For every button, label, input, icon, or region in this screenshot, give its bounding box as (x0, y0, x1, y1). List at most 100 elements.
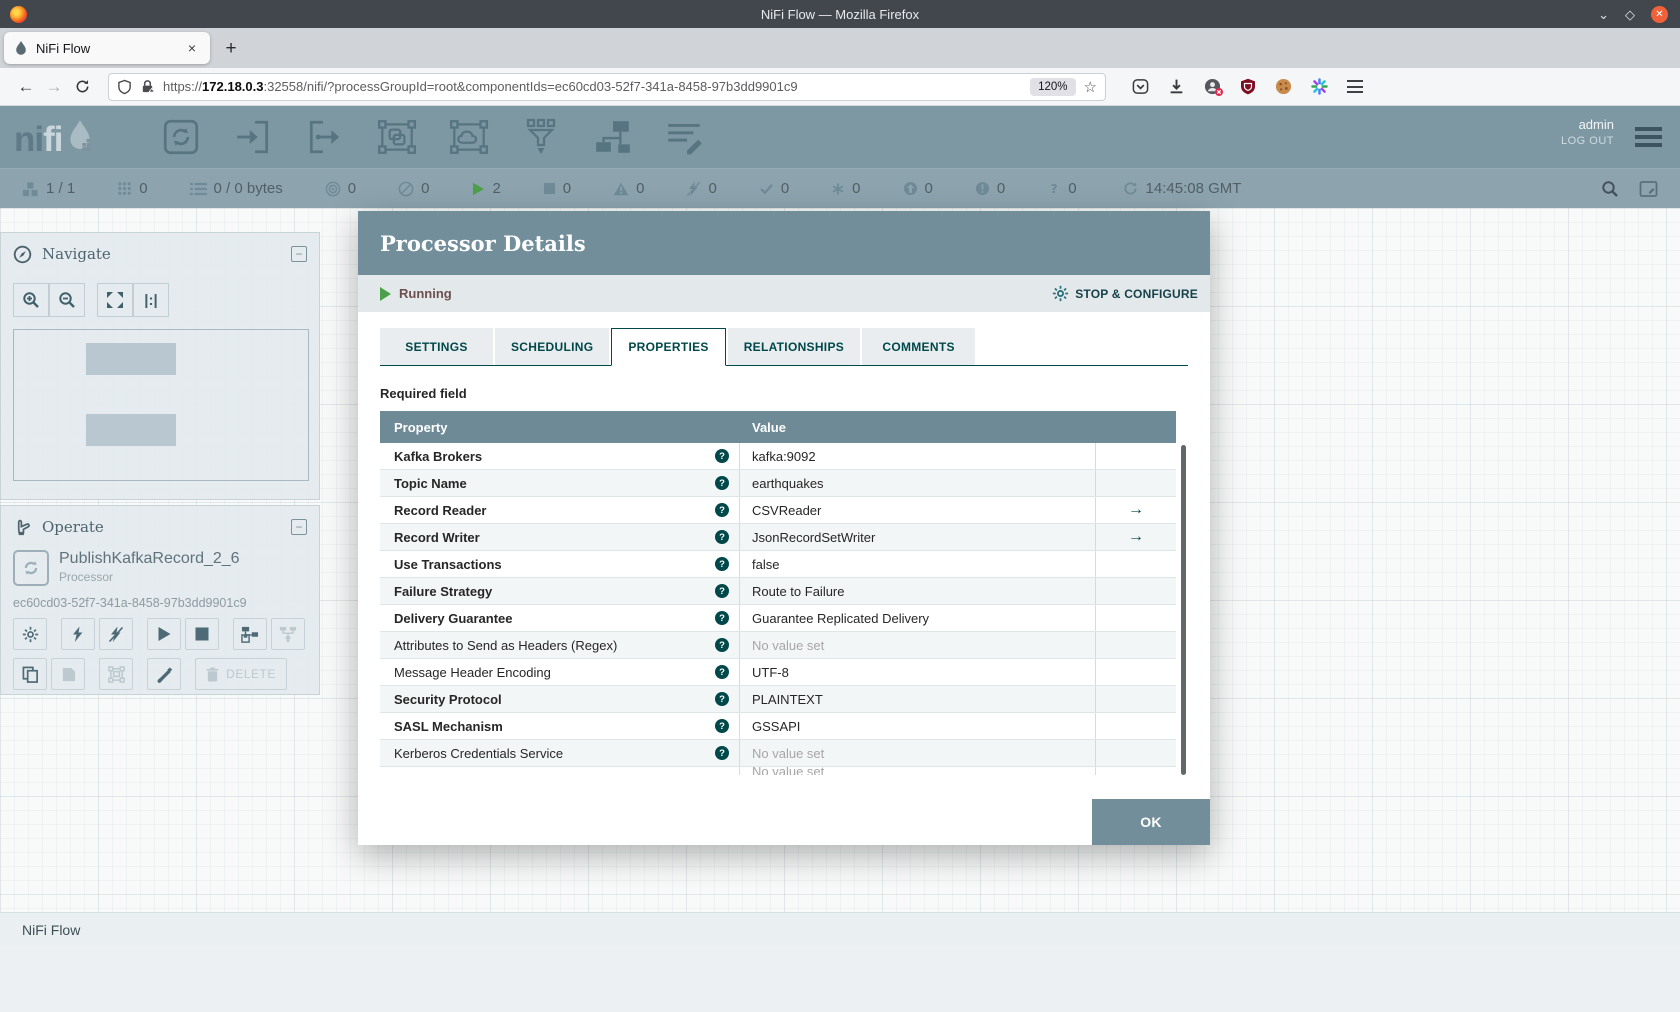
zoom-in-button[interactable] (13, 283, 49, 317)
ok-button[interactable]: OK (1092, 799, 1210, 845)
output-port-component-button[interactable] (302, 117, 348, 157)
create-template-button[interactable] (233, 618, 267, 650)
go-to-service-icon[interactable]: → (1128, 501, 1144, 519)
reload-button[interactable] (68, 73, 96, 101)
svg-text:?: ? (1051, 182, 1058, 196)
nifi-statusbar: 1 / 100 / 0 bytes 0 0 2 0 0 0 0 0 0 0? 0 14:45:08 G… (0, 168, 1680, 208)
logout-link[interactable]: LOG OUT (1561, 135, 1614, 147)
stale-icon (903, 181, 918, 196)
property-value: JsonRecordSetWriter (752, 529, 876, 545)
zoom-actual-size-button[interactable]: |:| (133, 283, 169, 317)
pocket-icon[interactable] (1132, 78, 1149, 95)
help-icon[interactable]: ? (715, 503, 729, 517)
operate-collapse-icon[interactable]: − (291, 519, 307, 535)
paste-button[interactable] (51, 658, 85, 690)
cookie-extension-icon[interactable] (1275, 78, 1292, 95)
ublock-icon[interactable] (1240, 78, 1256, 95)
property-row: Kafka Brokers? kafka:9092 (380, 443, 1176, 470)
window-close-icon[interactable]: ✕ (1651, 5, 1668, 23)
tab-properties[interactable]: PROPERTIES (611, 328, 726, 366)
connection-lock-icon[interactable] (140, 79, 155, 94)
help-icon[interactable]: ? (715, 692, 729, 706)
nifi-global-menu-icon[interactable] (1635, 127, 1662, 147)
help-icon[interactable]: ? (715, 665, 729, 679)
tracking-shield-icon[interactable] (117, 79, 132, 95)
processor-component-button[interactable] (158, 117, 204, 157)
help-icon[interactable]: ? (715, 638, 729, 652)
invalid-icon (613, 182, 629, 196)
help-icon[interactable]: ? (715, 530, 729, 544)
sparkle-extension-icon[interactable] (1311, 78, 1328, 95)
processor-details-dialog: Processor Details Running STOP & CONFIGU… (358, 211, 1210, 845)
sync-failure-icon: ? (1047, 181, 1061, 196)
color-button[interactable] (147, 658, 181, 690)
process-group-component-button[interactable] (374, 117, 420, 157)
zoom-out-button[interactable] (49, 283, 85, 317)
zoom-fit-button[interactable] (97, 283, 133, 317)
help-icon[interactable]: ? (715, 611, 729, 625)
back-button[interactable]: ← (12, 73, 40, 101)
new-tab-button[interactable]: + (218, 36, 244, 62)
property-row: SASL Mechanism? GSSAPI (380, 713, 1176, 740)
property-value: Guarantee Replicated Delivery (752, 610, 930, 626)
label-component-button[interactable] (662, 117, 708, 157)
tab-settings[interactable]: SETTINGS (380, 328, 493, 365)
stop-button[interactable] (185, 618, 219, 650)
search-icon[interactable] (1601, 180, 1619, 198)
table-scrollbar[interactable] (1181, 445, 1186, 775)
copy-button[interactable] (13, 658, 47, 690)
window-minimize-icon[interactable]: ⌄ (1598, 8, 1609, 21)
funnel-component-button[interactable] (518, 117, 564, 157)
tab-close-icon[interactable]: × (182, 38, 202, 58)
tab-scheduling[interactable]: SCHEDULING (495, 328, 610, 365)
birdseye-minimap[interactable] (13, 329, 309, 481)
bookmark-star-icon[interactable]: ☆ (1084, 78, 1097, 96)
remote-process-group-component-button[interactable] (446, 117, 492, 157)
browser-tab-nifi-flow[interactable]: NiFi Flow × (4, 32, 210, 64)
flow-settings-icon[interactable] (1639, 180, 1658, 198)
tab-comments[interactable]: COMMENTS (862, 328, 976, 365)
go-to-service-icon[interactable]: → (1128, 528, 1144, 546)
forward-button[interactable]: → (40, 73, 68, 101)
enable-button[interactable] (61, 618, 95, 650)
disabled-count: 0 (708, 180, 717, 197)
property-value: No value set (752, 767, 825, 775)
stop-and-configure-button[interactable]: STOP & CONFIGURE (1052, 285, 1198, 302)
property-name: Use Transactions (394, 556, 502, 572)
help-icon[interactable]: ? (715, 476, 729, 490)
status-locally-modified: 0 (831, 180, 861, 197)
tab-relationships[interactable]: RELATIONSHIPS (727, 328, 861, 365)
status-stopped: 0 (543, 180, 571, 197)
browser-menu-icon[interactable] (1347, 80, 1363, 93)
help-icon[interactable]: ? (715, 719, 729, 733)
disable-button[interactable] (99, 618, 133, 650)
browser-tabbar: NiFi Flow × + (0, 28, 1680, 68)
template-component-button[interactable] (590, 117, 636, 157)
help-icon[interactable]: ? (715, 746, 729, 760)
breadcrumb-root-link[interactable]: NiFi Flow (22, 922, 80, 938)
input-port-component-button[interactable] (230, 117, 276, 157)
configure-button[interactable] (13, 618, 47, 650)
footer-band (0, 946, 1680, 1012)
help-icon[interactable]: ? (715, 557, 729, 571)
value-column-header: Value (752, 419, 786, 435)
property-name: Record Reader (394, 502, 487, 518)
property-name: Failure Strategy (394, 583, 493, 599)
downloads-icon[interactable] (1168, 78, 1185, 95)
account-extension-icon[interactable] (1204, 78, 1223, 96)
group-button[interactable] (99, 658, 133, 690)
zoom-level-badge[interactable]: 120% (1030, 77, 1076, 96)
delete-button[interactable]: DELETE (195, 658, 287, 690)
refresh-icon[interactable] (1123, 181, 1138, 196)
property-row: No value set (380, 767, 1176, 775)
url-bar[interactable]: https://172.18.0.3:32558/nifi/?processGr… (108, 72, 1106, 101)
window-maximize-icon[interactable]: ◇ (1625, 8, 1635, 21)
not-transmitting-count: 0 (421, 180, 430, 197)
url-text[interactable]: https://172.18.0.3:32558/nifi/?processGr… (163, 79, 1030, 94)
help-icon[interactable]: ? (715, 449, 729, 463)
help-icon[interactable]: ? (715, 584, 729, 598)
upload-template-button[interactable] (271, 618, 305, 650)
locally-modified-stale-icon (975, 181, 990, 196)
navigate-collapse-icon[interactable]: − (291, 246, 307, 262)
start-button[interactable] (147, 618, 181, 650)
